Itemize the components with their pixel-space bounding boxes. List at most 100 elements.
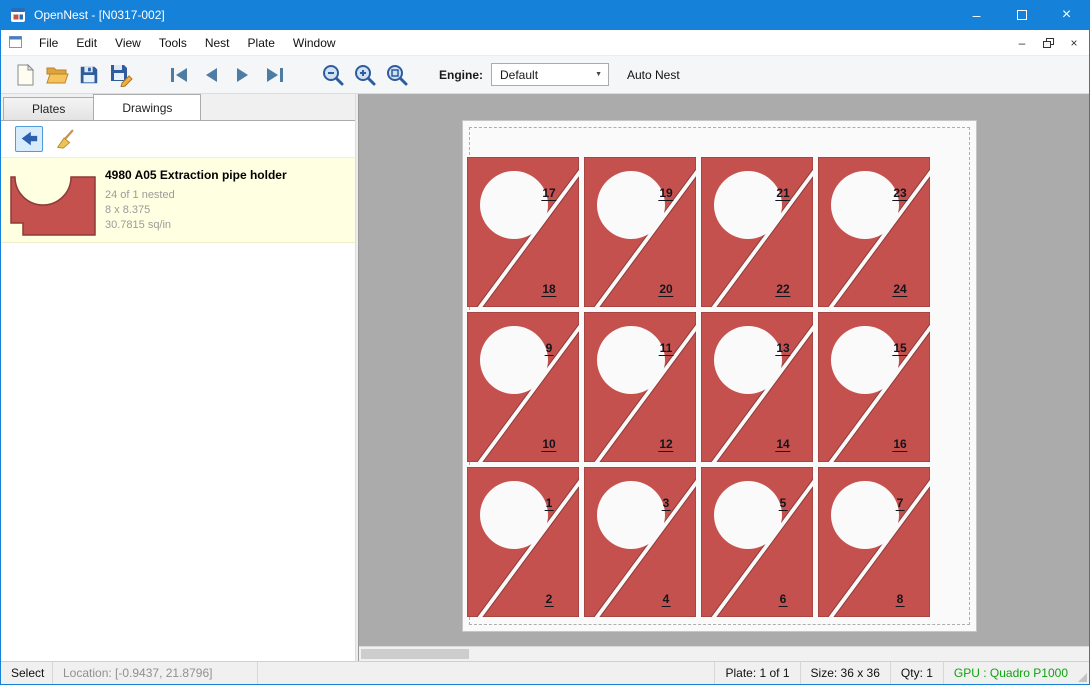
drawings-panel: 4980 A05 Extraction pipe holder 24 of 1 … (1, 120, 355, 661)
nested-part-pair[interactable]: 13 14 (701, 312, 813, 462)
part-number-bottom: 16 (892, 438, 907, 452)
zoom-fit-button[interactable] (381, 59, 413, 91)
menu-bar: File Edit View Tools Nest Plate Window –… (1, 30, 1089, 56)
next-plate-button[interactable] (227, 59, 259, 91)
save-as-button[interactable] (105, 59, 137, 91)
zoom-out-button[interactable] (317, 59, 349, 91)
part-number-bottom: 4 (662, 593, 671, 607)
status-gpu: GPU : Quadro P1000 (943, 662, 1078, 684)
nested-part-pair[interactable]: 1 2 (467, 467, 579, 617)
clear-button[interactable] (51, 126, 79, 152)
part-number-top: 3 (662, 497, 671, 511)
plate-sheet[interactable]: 17 18 19 20 21 22 23 24 9 10 (462, 120, 977, 632)
tab-drawings[interactable]: Drawings (93, 94, 201, 120)
pipe-notch (714, 481, 782, 549)
drawing-nested-count: 24 of 1 nested (105, 188, 287, 203)
pipe-notch (480, 481, 548, 549)
nested-part-pair[interactable]: 15 16 (818, 312, 930, 462)
pipe-notch (597, 326, 665, 394)
part-number-top: 5 (779, 497, 788, 511)
new-button[interactable] (9, 59, 41, 91)
resize-grip[interactable] (1078, 673, 1087, 682)
chevron-down-icon[interactable]: ▼ (595, 71, 602, 78)
horizontal-scrollbar[interactable] (359, 646, 1089, 661)
pipe-notch (714, 326, 782, 394)
open-button[interactable] (41, 59, 73, 91)
first-plate-button[interactable] (163, 59, 195, 91)
menu-window[interactable]: Window (284, 32, 345, 54)
part-number-bottom: 14 (775, 438, 790, 452)
last-plate-button[interactable] (259, 59, 291, 91)
part-pair-shapes (818, 157, 930, 307)
previous-plate-button[interactable] (195, 59, 227, 91)
pipe-notch (597, 481, 665, 549)
part-number-top: 19 (658, 187, 673, 201)
nested-part-pair[interactable]: 3 4 (584, 467, 696, 617)
nested-part-pair[interactable]: 11 12 (584, 312, 696, 462)
mdi-close-button[interactable]: × (1063, 33, 1085, 53)
fit-part-button[interactable] (15, 126, 43, 152)
part-pair-shapes (467, 312, 579, 462)
part-pair-shapes (818, 467, 930, 617)
drawing-list-item[interactable]: 4980 A05 Extraction pipe holder 24 of 1 … (1, 157, 355, 243)
scrollbar-thumb[interactable] (361, 649, 469, 659)
part-number-top: 11 (659, 342, 674, 356)
part-pair-shapes (584, 157, 696, 307)
engine-label: Engine: (439, 68, 483, 82)
main-content: Plates Drawings (1, 94, 1089, 661)
part-pair-shapes (701, 157, 813, 307)
menu-nest[interactable]: Nest (196, 32, 239, 54)
mdi-restore-button[interactable] (1037, 33, 1059, 53)
nested-part-pair[interactable]: 9 10 (467, 312, 579, 462)
sidebar: Plates Drawings (1, 94, 355, 661)
part-number-bottom: 6 (779, 593, 788, 607)
restore-icon (1043, 38, 1054, 48)
window-title: OpenNest - [N0317-002] (34, 8, 165, 22)
menu-plate[interactable]: Plate (239, 32, 284, 54)
part-number-bottom: 2 (545, 593, 554, 607)
menu-edit[interactable]: Edit (67, 32, 106, 54)
save-icon (78, 64, 100, 86)
menu-file[interactable]: File (30, 32, 67, 54)
minimize-button[interactable]: – (954, 0, 999, 30)
drawing-info: 4980 A05 Extraction pipe holder 24 of 1 … (105, 158, 287, 242)
part-number-top: 21 (775, 187, 790, 201)
nested-part-pair[interactable]: 17 18 (467, 157, 579, 307)
zoom-out-icon (321, 63, 345, 87)
part-pair-shapes (467, 157, 579, 307)
tab-plates[interactable]: Plates (3, 97, 94, 120)
pipe-notch (480, 171, 548, 239)
pipe-notch (831, 171, 899, 239)
part-shape-icon (7, 161, 99, 239)
part-number-top: 23 (892, 187, 907, 201)
close-button[interactable]: × (1044, 0, 1089, 30)
new-file-icon (14, 63, 36, 87)
previous-arrow-icon (198, 63, 224, 87)
engine-select[interactable]: Default ▼ (491, 63, 609, 86)
part-number-top: 7 (896, 497, 905, 511)
save-button[interactable] (73, 59, 105, 91)
nested-part-pair[interactable]: 21 22 (701, 157, 813, 307)
pipe-notch (597, 171, 665, 239)
nested-part-pair[interactable]: 5 6 (701, 467, 813, 617)
nest-canvas[interactable]: 17 18 19 20 21 22 23 24 9 10 (359, 94, 1089, 661)
nested-part-pair[interactable]: 23 24 (818, 157, 930, 307)
open-folder-icon (45, 63, 69, 87)
app-icon (10, 7, 26, 23)
maximize-icon (1017, 10, 1027, 20)
mdi-minimize-button[interactable]: – (1011, 33, 1033, 53)
menu-view[interactable]: View (106, 32, 150, 54)
maximize-button[interactable] (999, 0, 1044, 30)
nested-part-pair[interactable]: 19 20 (584, 157, 696, 307)
status-location: Location: [-0.9437, 21.8796] (53, 662, 258, 684)
nested-part-pair[interactable]: 7 8 (818, 467, 930, 617)
drawing-area: 30.7815 sq/in (105, 218, 287, 233)
blue-arrow-icon (18, 129, 40, 149)
part-number-top: 17 (541, 187, 556, 201)
menu-tools[interactable]: Tools (150, 32, 196, 54)
part-number-bottom: 18 (541, 283, 556, 297)
zoom-in-button[interactable] (349, 59, 381, 91)
pipe-notch (831, 481, 899, 549)
auto-nest-button[interactable]: Auto Nest (627, 68, 680, 82)
part-pair-shapes (818, 312, 930, 462)
